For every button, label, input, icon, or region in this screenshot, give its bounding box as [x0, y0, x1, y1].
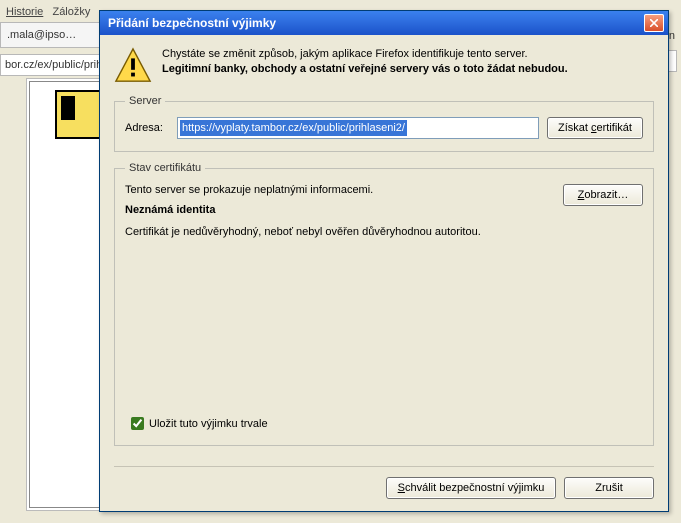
security-exception-dialog: Přidání bezpečnostní výjimky Chystáte se…	[99, 10, 669, 512]
cert-status-legend: Stav certifikátu	[125, 162, 205, 174]
identity-detail: Certifikát je nedůvěryhodný, neboť nebyl…	[125, 226, 643, 238]
address-input[interactable]: https://vyplaty.tambor.cz/ex/public/prih…	[177, 117, 539, 139]
browser-menu: Historie Záložky	[6, 6, 90, 18]
cancel-button[interactable]: Zrušit	[564, 477, 654, 499]
store-permanently-input[interactable]	[131, 417, 144, 430]
get-certificate-button[interactable]: Získat certifikát	[547, 117, 643, 139]
server-legend: Server	[125, 95, 165, 107]
close-button[interactable]	[644, 14, 664, 32]
view-certificate-button[interactable]: Zobrazit…	[563, 184, 643, 206]
dialog-footer: Schválit bezpečnostní výjimku Zrušit	[114, 466, 654, 499]
warning-icon	[114, 47, 152, 85]
address-label: Adresa:	[125, 122, 177, 134]
tab-label: .mala@ipso…	[7, 29, 76, 41]
intro-text: Chystáte se změnit způsob, jakým aplikac…	[162, 47, 654, 85]
cert-status-fieldset: Stav certifikátu Tento server se prokazu…	[114, 162, 654, 446]
close-icon	[650, 19, 658, 27]
server-fieldset: Server Adresa: https://vyplaty.tambor.cz…	[114, 95, 654, 152]
store-permanently-checkbox[interactable]: Uložit tuto výjimku trvale	[127, 414, 643, 433]
dialog-title: Přidání bezpečnostní výjimky	[104, 16, 644, 30]
confirm-exception-button[interactable]: Schválit bezpečnostní výjimku	[386, 477, 556, 499]
dialog-titlebar[interactable]: Přidání bezpečnostní výjimky	[100, 11, 668, 35]
